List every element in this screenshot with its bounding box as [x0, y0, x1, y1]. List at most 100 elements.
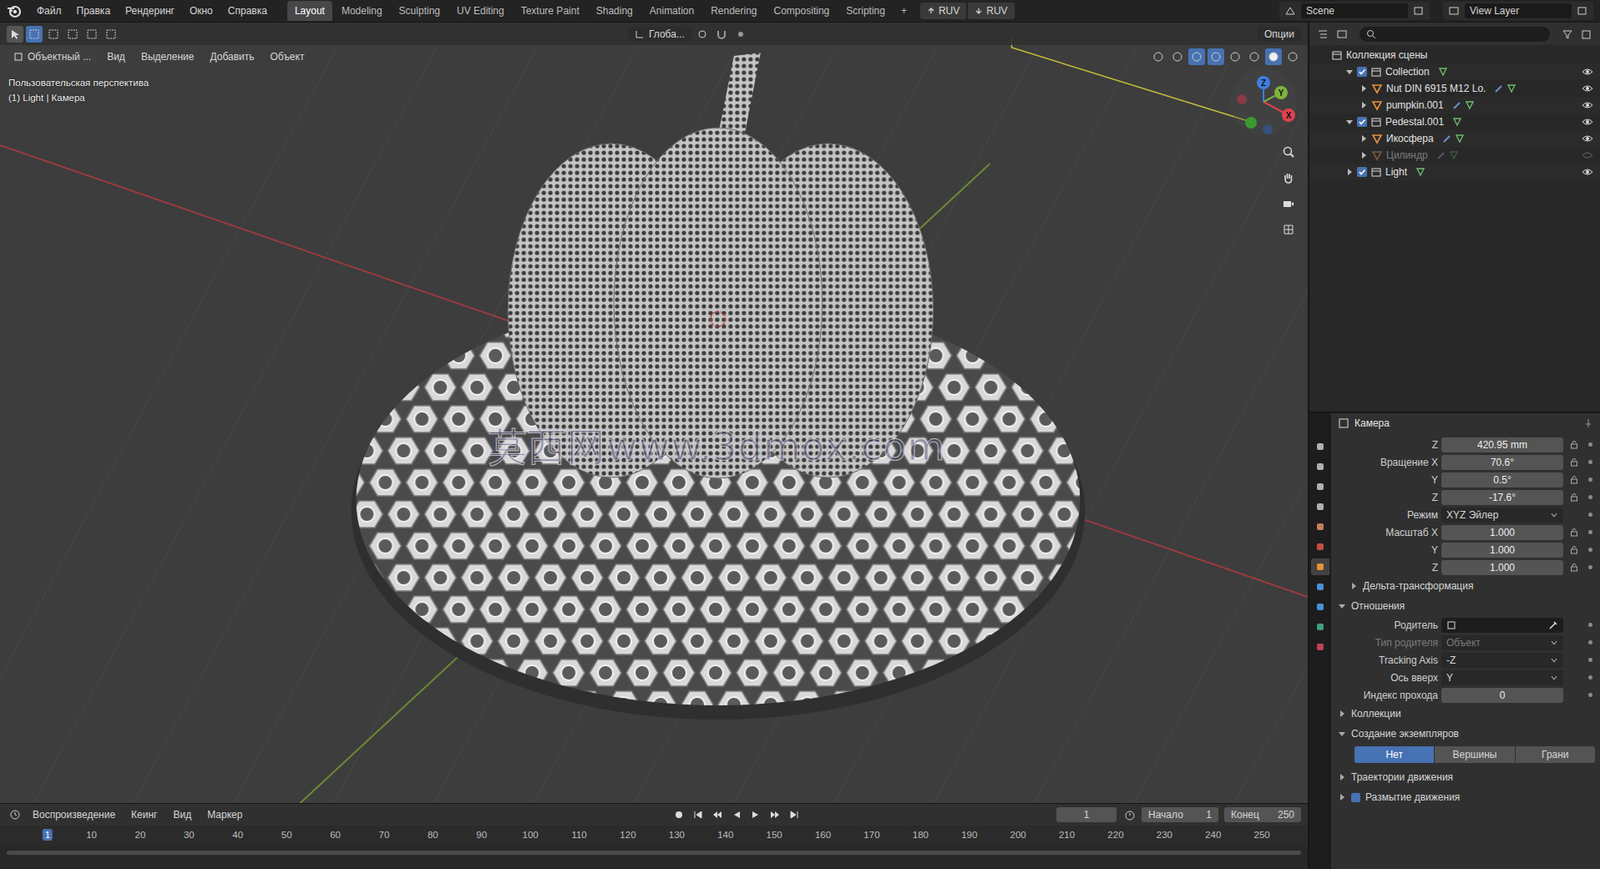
editor-type-button[interactable] — [1314, 25, 1332, 43]
properties-tab[interactable] — [1311, 478, 1330, 496]
ruv-button[interactable]: RUV — [967, 2, 1014, 20]
current-frame-field[interactable]: 1 — [1056, 807, 1117, 823]
properties-tab[interactable] — [1311, 558, 1330, 576]
properties-tab[interactable] — [1311, 458, 1330, 476]
lock-icon[interactable] — [1569, 562, 1580, 573]
properties-tab[interactable] — [1311, 498, 1330, 516]
lock-icon[interactable] — [1569, 492, 1580, 503]
viewport-toggle-button[interactable] — [1207, 48, 1225, 66]
eye-icon[interactable] — [1581, 167, 1594, 178]
outliner-row[interactable]: Light — [1309, 163, 1600, 181]
keyframe-dot[interactable] — [1588, 640, 1593, 645]
outliner-row[interactable]: Икосфера — [1309, 130, 1600, 147]
collapsed-arrow-icon[interactable] — [1359, 101, 1368, 110]
workspace-tab[interactable]: Modeling — [334, 0, 390, 21]
number-field[interactable]: 70.6° — [1441, 455, 1564, 471]
number-field[interactable]: -17.6° — [1441, 490, 1564, 506]
record-button[interactable] — [670, 806, 688, 824]
panel-header[interactable]: Отношения — [1334, 597, 1595, 616]
zoom-button[interactable] — [1278, 141, 1299, 163]
properties-tab[interactable] — [1311, 578, 1330, 596]
dropdown[interactable]: Объект — [1441, 635, 1564, 651]
lock-icon[interactable] — [1569, 527, 1580, 538]
copy-icon[interactable] — [1412, 5, 1425, 17]
panel-header[interactable]: Размытие движения — [1334, 788, 1595, 807]
viewport-menu[interactable]: Добавить — [202, 48, 261, 66]
outliner-row[interactable]: Collection — [1309, 63, 1600, 81]
collapsed-arrow-icon[interactable] — [1359, 151, 1368, 160]
viewport-toggle-button[interactable] — [1169, 48, 1186, 66]
filter-button[interactable] — [1559, 25, 1576, 43]
eye-icon[interactable] — [1581, 66, 1594, 77]
workspace-tab[interactable]: Sculpting — [391, 0, 448, 21]
workspace-tab[interactable]: Rendering — [703, 0, 765, 21]
keyframe-dot[interactable] — [1588, 675, 1593, 680]
workspace-tab[interactable]: Shading — [588, 0, 641, 21]
lock-icon[interactable] — [1569, 475, 1580, 486]
view-layer-selector[interactable]: View Layer — [1443, 1, 1594, 21]
viewport-toggle-button[interactable] — [1188, 48, 1206, 66]
eye-icon[interactable] — [1581, 83, 1594, 94]
keyframe-dot[interactable] — [1588, 530, 1593, 535]
lock-icon[interactable] — [1569, 545, 1580, 556]
panel-header[interactable]: Траектории движения — [1334, 768, 1595, 787]
number-field[interactable]: 1.000 — [1441, 542, 1564, 558]
copy-icon[interactable] — [1576, 5, 1589, 17]
keyframe-dot[interactable] — [1588, 547, 1593, 552]
lock-icon[interactable] — [1569, 457, 1580, 468]
properties-tab[interactable] — [1311, 598, 1330, 616]
panel-header[interactable]: Коллекции — [1334, 704, 1595, 724]
properties-tab[interactable] — [1311, 438, 1330, 456]
workspace-tab[interactable]: Animation — [642, 0, 702, 21]
number-field[interactable]: 0 — [1441, 688, 1564, 704]
eye-icon[interactable] — [1581, 100, 1594, 111]
select-mode-button[interactable] — [64, 25, 82, 43]
viewport-menu[interactable]: Объект — [263, 48, 312, 66]
number-field[interactable]: 1.000 — [1441, 560, 1564, 576]
keyframe-dot[interactable] — [1588, 565, 1593, 570]
stopwatch-icon[interactable] — [1124, 809, 1136, 821]
dropdown[interactable]: -Z — [1441, 653, 1564, 669]
proportional-button[interactable] — [732, 25, 750, 43]
transform-orientation-dropdown[interactable]: Глоба... — [627, 26, 692, 42]
timeline-menu[interactable]: Воспроизведение — [25, 806, 122, 824]
outliner-row[interactable]: Цилиндр — [1309, 146, 1600, 164]
navigation-gizmo[interactable]: XYZ — [1230, 68, 1297, 136]
start-frame-field[interactable]: Начало1 — [1141, 807, 1219, 823]
play-button[interactable] — [747, 806, 765, 824]
keyframe-dot[interactable] — [1588, 477, 1593, 482]
segment-button[interactable]: Нет — [1354, 746, 1434, 764]
play-reverse-button[interactable] — [728, 806, 745, 824]
properties-tab[interactable] — [1311, 518, 1330, 536]
lock-icon[interactable] — [1569, 440, 1580, 451]
editor-type-button[interactable] — [6, 806, 24, 824]
keyframe-dot[interactable] — [1588, 693, 1593, 698]
dropdown[interactable]: Y — [1441, 670, 1564, 686]
number-field[interactable]: 420.95 mm — [1441, 437, 1564, 453]
ruv-button[interactable]: RUV — [920, 2, 967, 20]
snap-button[interactable] — [713, 25, 730, 43]
segment-button[interactable]: Вершины — [1434, 746, 1514, 764]
select-mode-button[interactable] — [83, 25, 101, 43]
pivot-button[interactable] — [693, 25, 711, 43]
jump-end-button[interactable] — [785, 806, 803, 824]
menu-item[interactable]: Справка — [221, 2, 274, 20]
collapsed-arrow-icon[interactable] — [1359, 134, 1368, 143]
dropdown[interactable]: XYZ Эйлер — [1441, 507, 1564, 523]
keyframe-dot[interactable] — [1588, 460, 1593, 465]
keyframe-dot[interactable] — [1588, 622, 1593, 628]
viewport-toggle-button[interactable] — [1245, 48, 1263, 66]
end-frame-field[interactable]: Конец250 — [1224, 807, 1302, 823]
workspace-tab[interactable]: Layout — [287, 0, 333, 21]
menu-item[interactable]: Рендеринг — [118, 2, 182, 20]
number-field[interactable]: 1.000 — [1441, 525, 1564, 541]
mode-dropdown[interactable]: Объектный ... — [6, 49, 98, 65]
properties-tab[interactable] — [1311, 538, 1330, 556]
menu-item[interactable]: Правка — [70, 2, 118, 20]
ortho-toggle-button[interactable] — [1278, 219, 1299, 240]
prev-key-button[interactable] — [708, 806, 726, 824]
menu-item[interactable]: Окно — [182, 2, 220, 20]
new-collection-button[interactable] — [1578, 25, 1595, 43]
3d-viewport[interactable]: XYZ Глоба...Опции Объектный ...ВидВыделе… — [0, 22, 1308, 804]
scene-canvas[interactable]: XYZ — [0, 22, 1308, 804]
